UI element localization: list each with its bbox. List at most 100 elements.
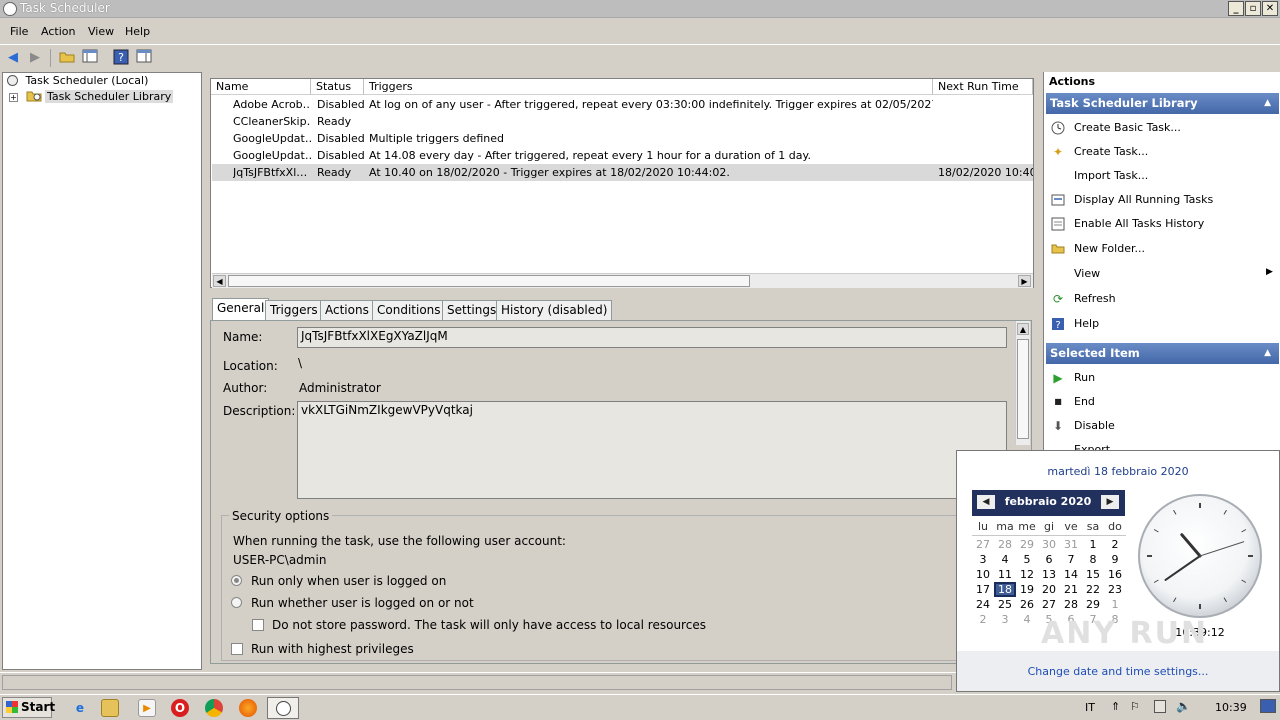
action-refresh[interactable]: Refresh — [1074, 292, 1116, 305]
action-display-running-tasks[interactable]: Display All Running Tasks — [1074, 193, 1213, 206]
calendar-day[interactable]: 29 — [1082, 597, 1104, 612]
highest-privileges-checkbox[interactable] — [231, 643, 243, 655]
calendar-day[interactable]: 10 — [972, 567, 994, 582]
calendar-day[interactable]: 6 — [1038, 552, 1060, 567]
volume-icon[interactable]: 🔈 — [1176, 699, 1191, 713]
calendar-day[interactable]: 22 — [1082, 582, 1104, 597]
action-create-basic-task[interactable]: Create Basic Task... — [1074, 121, 1181, 134]
action-create-task[interactable]: Create Task... — [1074, 145, 1148, 158]
menu-action[interactable]: Action — [41, 25, 75, 38]
do-not-store-password-checkbox[interactable] — [252, 619, 264, 631]
section-task-scheduler-library[interactable]: Task Scheduler Library ▲ — [1046, 93, 1279, 114]
media-player-icon[interactable]: ▶ — [138, 699, 156, 717]
calendar-day[interactable]: 28 — [1060, 597, 1082, 612]
calendar-day[interactable]: 15 — [1082, 567, 1104, 582]
close-button[interactable]: ✕ — [1262, 1, 1278, 16]
action-enable-tasks-history[interactable]: Enable All Tasks History — [1074, 217, 1204, 230]
explorer-folder-icon[interactable] — [101, 699, 119, 717]
tab-triggers[interactable]: Triggers — [265, 300, 323, 320]
calendar-day[interactable]: 25 — [994, 597, 1016, 612]
calendar-day[interactable]: 26 — [1016, 597, 1038, 612]
show-hide-console-tree-icon[interactable] — [81, 49, 99, 67]
calendar-day[interactable]: 30 — [1038, 537, 1060, 552]
tree-item-library[interactable]: + Task Scheduler Library — [9, 89, 174, 105]
collapse-icon[interactable]: ▲ — [1264, 343, 1271, 364]
calendar-day[interactable]: 3 — [994, 612, 1016, 627]
tab-actions[interactable]: Actions — [320, 300, 374, 320]
internet-explorer-icon[interactable]: e — [71, 699, 89, 717]
calendar-day[interactable]: 8 — [1082, 552, 1104, 567]
calendar-day[interactable]: 31 — [1060, 537, 1082, 552]
column-header-triggers[interactable]: Triggers — [364, 79, 933, 95]
minimize-button[interactable]: _ — [1228, 1, 1244, 16]
action-view[interactable]: View — [1074, 267, 1100, 280]
tab-general[interactable]: General — [212, 298, 270, 321]
calendar-day[interactable]: 4 — [1016, 612, 1038, 627]
scroll-right-icon[interactable]: ▶ — [1018, 275, 1031, 287]
language-indicator[interactable]: IT — [1085, 701, 1095, 714]
column-header-name[interactable]: Name — [211, 79, 311, 95]
scroll-left-icon[interactable]: ◀ — [213, 275, 226, 287]
menu-view[interactable]: View — [88, 25, 114, 38]
long-date-header[interactable]: martedì 18 febbraio 2020 — [957, 465, 1279, 478]
flag-icon[interactable]: ⚐ — [1130, 700, 1140, 713]
show-hide-action-pane-icon[interactable] — [135, 49, 153, 67]
action-end[interactable]: End — [1074, 395, 1095, 408]
maximize-button[interactable]: ▫ — [1245, 1, 1261, 16]
column-header-next-run[interactable]: Next Run Time — [933, 79, 1033, 95]
calendar-day[interactable]: 21 — [1060, 582, 1082, 597]
calendar-day[interactable]: 9 — [1104, 552, 1126, 567]
vertical-scrollbar[interactable]: ▲ — [1015, 321, 1030, 445]
table-row-selected[interactable]: JqTsJFBtfxXl… Ready At 10.40 on 18/02/20… — [212, 164, 1033, 181]
calendar-day[interactable]: 16 — [1104, 567, 1126, 582]
menu-help[interactable]: Help — [125, 25, 150, 38]
firefox-icon[interactable] — [239, 699, 257, 717]
up-folder-icon[interactable] — [58, 49, 76, 67]
table-row[interactable]: GoogleUpdat… Disabled At 14.08 every day… — [212, 147, 1033, 164]
scroll-thumb[interactable] — [1017, 339, 1029, 439]
calendar-day[interactable]: 2 — [972, 612, 994, 627]
scroll-thumb[interactable] — [228, 275, 750, 287]
table-row[interactable]: CCleanerSkip… Ready — [212, 113, 1033, 130]
calendar-day[interactable]: 3 — [972, 552, 994, 567]
calendar-day[interactable]: 12 — [1016, 567, 1038, 582]
help-icon[interactable]: ? — [112, 49, 130, 67]
task-name-field[interactable]: JqTsJFBtfxXlXEgXYaZlJqM — [297, 327, 1007, 348]
calendar-day[interactable]: 5 — [1016, 552, 1038, 567]
network-icon[interactable] — [1154, 700, 1166, 713]
action-help[interactable]: Help — [1074, 317, 1099, 330]
tree-root[interactable]: Task Scheduler (Local) — [7, 73, 148, 89]
menu-file[interactable]: File — [10, 25, 28, 38]
column-header-status[interactable]: Status — [311, 79, 364, 95]
calendar-day[interactable]: 20 — [1038, 582, 1060, 597]
description-field[interactable]: vkXLTGiNmZIkgewVPyVqtkaj — [297, 401, 1007, 499]
expand-icon[interactable]: + — [9, 93, 18, 102]
calendar-day[interactable]: 19 — [1016, 582, 1038, 597]
radio-logged-on[interactable] — [231, 575, 242, 586]
tab-history[interactable]: History (disabled) — [496, 300, 613, 320]
calendar-day[interactable]: 18 — [994, 582, 1016, 597]
system-clock[interactable]: 10:39 — [1215, 701, 1247, 714]
forward-arrow-icon[interactable]: ▶ — [26, 49, 44, 67]
month-title[interactable]: febbraio 2020 — [998, 495, 1098, 508]
calendar-day[interactable]: 14 — [1060, 567, 1082, 582]
calendar-day[interactable]: 23 — [1104, 582, 1126, 597]
show-hidden-icons[interactable]: ⇑ — [1111, 700, 1120, 713]
table-row[interactable]: GoogleUpdat… Disabled Multiple triggers … — [212, 130, 1033, 147]
calendar-day[interactable]: 27 — [1038, 597, 1060, 612]
show-desktop-icon[interactable] — [1260, 699, 1276, 713]
calendar-day[interactable]: 1 — [1082, 537, 1104, 552]
back-arrow-icon[interactable]: ◀ — [4, 49, 22, 67]
calendar-day[interactable]: 29 — [1016, 537, 1038, 552]
calendar-day[interactable]: 17 — [972, 582, 994, 597]
collapse-icon[interactable]: ▲ — [1264, 93, 1271, 114]
scroll-up-icon[interactable]: ▲ — [1017, 323, 1029, 335]
action-run[interactable]: Run — [1074, 371, 1095, 384]
calendar-day[interactable]: 4 — [994, 552, 1016, 567]
calendar-day[interactable]: 2 — [1104, 537, 1126, 552]
section-selected-item[interactable]: Selected Item ▲ — [1046, 343, 1279, 364]
taskbar-task-scheduler-button[interactable] — [267, 697, 299, 719]
opera-icon[interactable]: O — [171, 699, 189, 717]
calendar-day[interactable]: 28 — [994, 537, 1016, 552]
action-import-task[interactable]: Import Task... — [1074, 169, 1148, 182]
